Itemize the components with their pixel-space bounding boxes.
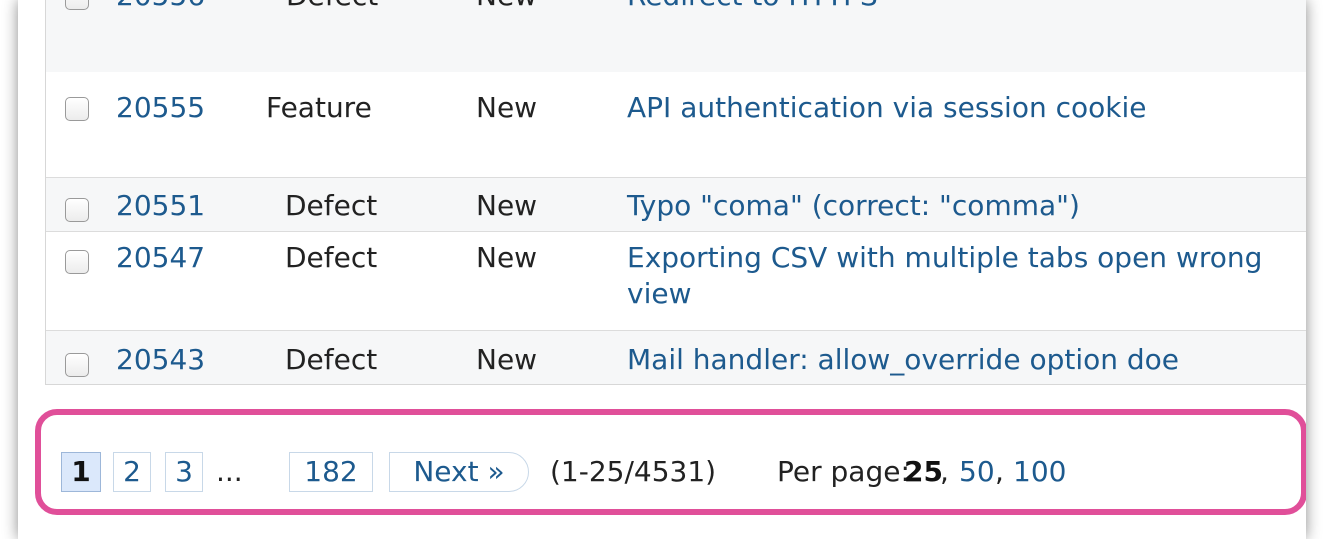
page-current: 1: [61, 452, 101, 492]
row-checkbox[interactable]: [65, 250, 89, 274]
table-row: 20547 Defect New Exporting CSV with mult…: [46, 232, 1306, 331]
table-row: 20551 Defect New Typo "coma" (correct: "…: [46, 178, 1306, 232]
issue-subject-link[interactable]: Exporting CSV with multiple tabs open wr…: [627, 240, 1306, 312]
issue-id-link[interactable]: 20555: [116, 90, 205, 126]
row-checkbox[interactable]: [65, 198, 89, 222]
per-page-separator: ,: [995, 455, 1004, 488]
issue-id-link[interactable]: 20543: [116, 342, 205, 378]
pagination-bar: 1 2 3 ... 182 Next » (1-25/4531) Per pag…: [35, 409, 1306, 515]
per-page-50-link[interactable]: 50: [959, 452, 995, 492]
issue-status: New: [476, 91, 538, 124]
issue-tracker: Defect: [285, 343, 378, 376]
screenshot-stage: 20556 Defect New Redirect to HTTPS 20555…: [0, 0, 1324, 539]
per-page-separator: ,: [940, 455, 949, 488]
issue-status: New: [476, 343, 538, 376]
row-checkbox[interactable]: [65, 0, 89, 10]
page-link-3[interactable]: 3: [165, 452, 203, 492]
issue-tracker: Defect: [286, 0, 378, 14]
issue-status: New: [476, 241, 538, 274]
next-page-button[interactable]: Next »: [389, 452, 529, 492]
issue-id-link[interactable]: 20547: [116, 240, 205, 276]
issues-table: 20556 Defect New Redirect to HTTPS 20555…: [45, 0, 1306, 385]
issues-panel: 20556 Defect New Redirect to HTTPS 20555…: [18, 0, 1306, 539]
issue-id-link[interactable]: 20551: [116, 188, 205, 224]
issue-tracker: Feature: [266, 91, 372, 124]
row-checkbox[interactable]: [65, 97, 89, 121]
issue-subject-link[interactable]: Redirect to HTTPS: [627, 0, 1306, 14]
issue-tracker: Defect: [285, 241, 378, 274]
issue-status: New: [476, 189, 538, 222]
page-ellipsis: ...: [216, 455, 243, 488]
page-link-2[interactable]: 2: [113, 452, 151, 492]
issue-subject-link[interactable]: Typo "coma" (correct: "comma"): [627, 188, 1306, 224]
issue-subject-link[interactable]: API authentication via session cookie: [627, 90, 1306, 126]
per-page-current: 25: [904, 455, 943, 488]
table-row: 20543 Defect New Mail handler: allow_ove…: [46, 331, 1306, 384]
row-checkbox[interactable]: [65, 353, 89, 377]
issue-subject-link[interactable]: Mail handler: allow_override option doe: [627, 342, 1306, 378]
per-page-100-link[interactable]: 100: [1013, 452, 1066, 492]
page-link-last[interactable]: 182: [289, 452, 373, 492]
issue-tracker: Defect: [285, 189, 378, 222]
issue-status: New: [476, 0, 537, 14]
issue-id-link[interactable]: 20556: [116, 0, 205, 14]
table-row: 20555 Feature New API authentication via…: [46, 72, 1306, 178]
result-range: (1-25/4531): [550, 455, 717, 488]
table-row: 20556 Defect New Redirect to HTTPS: [46, 0, 1306, 73]
per-page-label: Per page:: [777, 455, 910, 488]
